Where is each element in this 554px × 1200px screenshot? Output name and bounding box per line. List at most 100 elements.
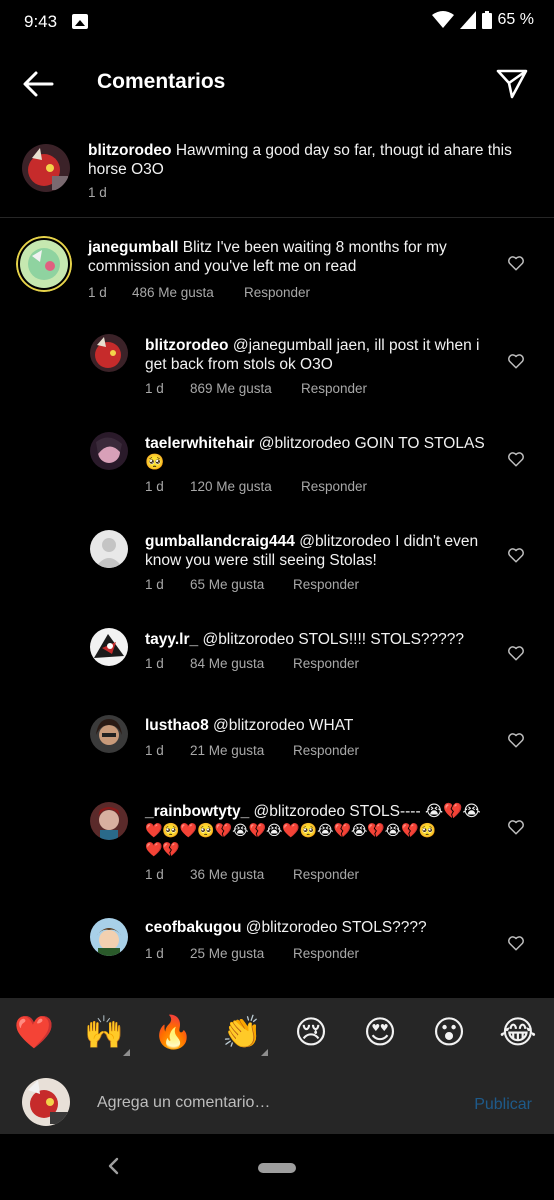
comment-time: 1 d — [88, 285, 107, 300]
comment-text: blitzorodeo @janegumball jaen, ill post … — [145, 337, 480, 373]
avatar[interactable] — [16, 236, 72, 292]
comment-likes[interactable]: 84 Me gusta — [190, 656, 293, 671]
emoji-clapping[interactable]: 👏 — [222, 1012, 268, 1056]
system-nav-bar — [0, 1134, 554, 1200]
skin-tone-indicator — [261, 1049, 268, 1056]
heart-icon[interactable] — [507, 818, 525, 836]
comment-meta: 1 d 21 Me gusta Responder — [145, 743, 359, 758]
comment-username[interactable]: lusthao8 — [145, 717, 209, 734]
heart-icon[interactable] — [507, 731, 525, 749]
reply-item: taelerwhitehair @blitzorodeo GOIN TO STO… — [0, 424, 554, 506]
send-direct-icon[interactable] — [494, 65, 530, 101]
heart-icon[interactable] — [507, 644, 525, 662]
reply-button[interactable]: Responder — [244, 285, 310, 300]
comment-likes[interactable]: 25 Me gusta — [190, 946, 293, 961]
status-time: 9:43 — [24, 12, 58, 31]
skin-tone-indicator — [123, 1049, 130, 1056]
image-notification-icon — [72, 14, 88, 29]
header: Comentarios — [0, 50, 554, 116]
emoji-surprised[interactable]: 😮 — [429, 1012, 469, 1052]
heart-icon[interactable] — [507, 546, 525, 564]
battery-icon — [481, 11, 492, 29]
status-bar: 9:43 65 % — [0, 0, 554, 44]
comment-username[interactable]: _rainbowtyty_ — [145, 803, 249, 820]
comment-meta: 1 d 120 Me gusta Responder — [145, 479, 367, 494]
comment-username[interactable]: blitzorodeo — [145, 337, 229, 354]
nav-back-icon[interactable] — [106, 1156, 122, 1176]
emoji-raising-hands[interactable]: 🙌 — [84, 1012, 130, 1056]
emoji-crying[interactable]: 😢 — [291, 1012, 331, 1052]
comment-likes[interactable]: 120 Me gusta — [190, 479, 301, 494]
avatar[interactable] — [90, 628, 128, 666]
comment-time: 1 d — [145, 479, 164, 494]
comment-time: 1 d — [145, 743, 164, 758]
comment-likes[interactable]: 869 Me gusta — [190, 381, 301, 396]
comment-input[interactable]: Agrega un comentario… — [97, 1094, 270, 1112]
caption-meta: 1 d — [88, 185, 107, 200]
comment-likes[interactable]: 65 Me gusta — [190, 577, 293, 592]
emoji-tears-of-joy[interactable]: 😂 — [498, 1012, 538, 1052]
comment-username[interactable]: janegumball — [88, 239, 178, 256]
current-user-avatar — [22, 1078, 70, 1126]
comment-likes[interactable]: 36 Me gusta — [190, 867, 293, 882]
wifi-icon — [431, 11, 454, 28]
emoji-heart-eyes[interactable]: 😍 — [360, 1012, 400, 1052]
reply-item: gumballandcraig444 @blitzorodeo I didn't… — [0, 522, 554, 604]
heart-icon[interactable] — [507, 254, 525, 272]
emoji-quick-bar: ❤️ 🙌 🔥 👏 😢 😍 😮 😂 — [0, 998, 554, 1070]
avatar[interactable] — [90, 334, 128, 372]
signal-icon — [459, 11, 476, 29]
reply-button[interactable]: Responder — [293, 656, 359, 671]
comment-time: 1 d — [145, 577, 164, 592]
emoji-fire[interactable]: 🔥 — [153, 1012, 193, 1052]
comment-time: 1 d — [145, 946, 164, 961]
reply-item: tayy.lr_ @blitzorodeo STOLS!!!! STOLS???… — [0, 620, 554, 682]
avatar[interactable] — [90, 432, 128, 470]
caption-time: 1 d — [88, 185, 107, 200]
avatar[interactable] — [90, 802, 128, 840]
comment-text: ceofbakugou @blitzorodeo STOLS???? — [145, 919, 427, 936]
avatar[interactable] — [22, 144, 70, 192]
reply-button[interactable]: Responder — [301, 381, 367, 396]
back-arrow-icon[interactable] — [18, 64, 58, 104]
comment-item: janegumball Blitz I've been waiting 8 mo… — [0, 228, 554, 310]
reply-item: blitzorodeo @janegumball jaen, ill post … — [0, 326, 554, 408]
comment-likes[interactable]: 21 Me gusta — [190, 743, 293, 758]
avatar[interactable] — [90, 918, 128, 956]
status-icons: 65 % — [431, 11, 534, 29]
heart-icon[interactable] — [507, 352, 525, 370]
reply-button[interactable]: Responder — [293, 867, 359, 882]
reply-button[interactable]: Responder — [293, 743, 359, 758]
comment-time: 1 d — [145, 656, 164, 671]
emoji-heart[interactable]: ❤️ — [14, 1012, 54, 1052]
comment-likes[interactable]: 486 Me gusta — [132, 285, 244, 300]
comment-username[interactable]: gumballandcraig444 — [145, 533, 295, 550]
comment-meta: 1 d 25 Me gusta Responder — [145, 946, 359, 961]
heart-icon[interactable] — [507, 934, 525, 952]
caption-username[interactable]: blitzorodeo — [88, 142, 172, 159]
avatar[interactable] — [90, 715, 128, 753]
heart-icon[interactable] — [507, 450, 525, 468]
caption-text: blitzorodeo Hawvming a good day so far, … — [88, 142, 512, 178]
publish-button[interactable]: Publicar — [474, 1096, 532, 1114]
battery-percent: 65 % — [497, 11, 534, 28]
comment-composer: Agrega un comentario… Publicar — [0, 1070, 554, 1134]
reply-button[interactable]: Responder — [293, 577, 359, 592]
reply-button[interactable]: Responder — [293, 946, 359, 961]
reply-item: ceofbakugou @blitzorodeo STOLS???? 1 d 2… — [0, 910, 554, 972]
comment-username[interactable]: ceofbakugou — [145, 919, 241, 936]
nav-home-pill[interactable] — [258, 1163, 296, 1173]
comment-text: gumballandcraig444 @blitzorodeo I didn't… — [145, 533, 479, 569]
comment-text: tayy.lr_ @blitzorodeo STOLS!!!! STOLS???… — [145, 631, 465, 648]
reply-item: _rainbowtyty_ @blitzorodeo STOLS---- 😭💔😭… — [0, 794, 554, 894]
comment-meta: 1 d 84 Me gusta Responder — [145, 656, 359, 671]
comment-text: janegumball Blitz I've been waiting 8 mo… — [88, 239, 447, 275]
reply-button[interactable]: Responder — [301, 479, 367, 494]
comment-text: _rainbowtyty_ @blitzorodeo STOLS---- 😭💔😭… — [145, 803, 481, 857]
reply-item: lusthao8 @blitzorodeo WHAT 1 d 21 Me gus… — [0, 707, 554, 769]
avatar[interactable] — [90, 530, 128, 568]
comment-text: taelerwhitehair @blitzorodeo GOIN TO STO… — [145, 435, 485, 471]
comment-username[interactable]: taelerwhitehair — [145, 435, 254, 452]
comment-meta: 1 d 869 Me gusta Responder — [145, 381, 367, 396]
comment-username[interactable]: tayy.lr_ — [145, 631, 198, 648]
